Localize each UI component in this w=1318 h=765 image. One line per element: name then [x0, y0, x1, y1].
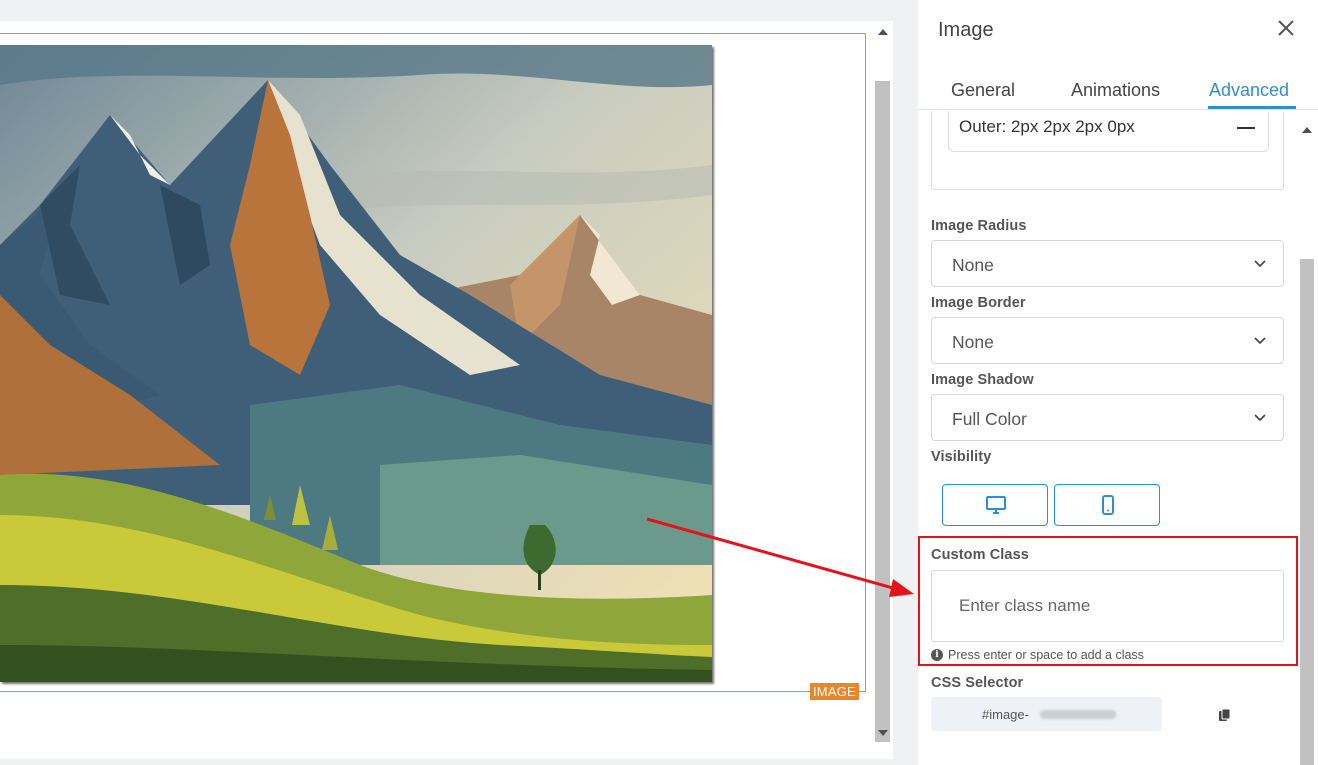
image-shadow-value: Full Color: [952, 409, 1027, 429]
shadow-list: Outer: 2px 2px 2px 0px: [931, 111, 1284, 190]
visibility-desktop-button[interactable]: [942, 484, 1048, 526]
tab-advanced[interactable]: Advanced: [1209, 80, 1289, 101]
custom-class-input[interactable]: [931, 570, 1284, 642]
mountain-image[interactable]: [0, 45, 712, 682]
image-radius-label: Image Radius: [931, 218, 1027, 234]
chevron-down-icon: [1254, 337, 1266, 345]
mobile-icon: [1102, 495, 1114, 515]
css-selector-label: CSS Selector: [931, 675, 1024, 691]
chevron-down-icon: [1254, 260, 1266, 268]
scroll-up-arrow-icon[interactable]: [878, 29, 888, 35]
visibility-mobile-button[interactable]: [1054, 484, 1160, 526]
image-settings-panel: Image General Animations Advanced Outer:…: [918, 0, 1318, 765]
image-shadow-label: Image Shadow: [931, 372, 1034, 388]
image-radius-select[interactable]: None: [931, 240, 1284, 287]
redacted-selector-id: [1040, 710, 1116, 719]
custom-class-hint-text: Press enter or space to add a class: [948, 648, 1144, 662]
custom-class-hint: i Press enter or space to add a class: [931, 648, 1144, 662]
panel-body: Outer: 2px 2px 2px 0px Image Radius None…: [918, 111, 1318, 765]
canvas-scrollbar[interactable]: [873, 21, 892, 745]
panel-tabs: General Animations Advanced: [918, 68, 1318, 110]
remove-shadow-icon[interactable]: [1237, 127, 1255, 129]
scroll-up-arrow-icon[interactable]: [1302, 127, 1312, 133]
copy-icon[interactable]: [1218, 708, 1232, 724]
css-selector-text: #image-: [982, 707, 1029, 722]
custom-class-label: Custom Class: [931, 547, 1029, 563]
chevron-down-icon: [1254, 414, 1266, 422]
panel-scroll-thumb[interactable]: [1300, 259, 1314, 765]
image-border-label: Image Border: [931, 295, 1026, 311]
desktop-icon: [986, 496, 1006, 514]
active-tab-indicator: [1208, 106, 1296, 109]
scroll-down-arrow-icon[interactable]: [878, 730, 888, 736]
tab-general[interactable]: General: [951, 80, 1015, 101]
tab-animations[interactable]: Animations: [1071, 80, 1160, 101]
image-shadow-select[interactable]: Full Color: [931, 394, 1284, 441]
shadow-item[interactable]: Outer: 2px 2px 2px 0px: [948, 111, 1269, 152]
image-border-select[interactable]: None: [931, 317, 1284, 364]
panel-scrollbar[interactable]: [1298, 118, 1316, 765]
canvas-scroll-thumb[interactable]: [875, 81, 890, 742]
visibility-label: Visibility: [931, 449, 992, 465]
image-border-value: None: [952, 332, 994, 352]
info-icon: i: [931, 649, 943, 661]
close-icon[interactable]: [1274, 16, 1298, 40]
css-selector-value[interactable]: #image-: [931, 697, 1162, 731]
image-radius-value: None: [952, 255, 994, 275]
custom-class-highlight: Custom Class i Press enter or space to a…: [918, 536, 1298, 666]
shadow-item-label: Outer: 2px 2px 2px 0px: [959, 117, 1135, 136]
image-element-tag: IMAGE: [810, 683, 859, 700]
panel-title: Image: [938, 19, 994, 41]
